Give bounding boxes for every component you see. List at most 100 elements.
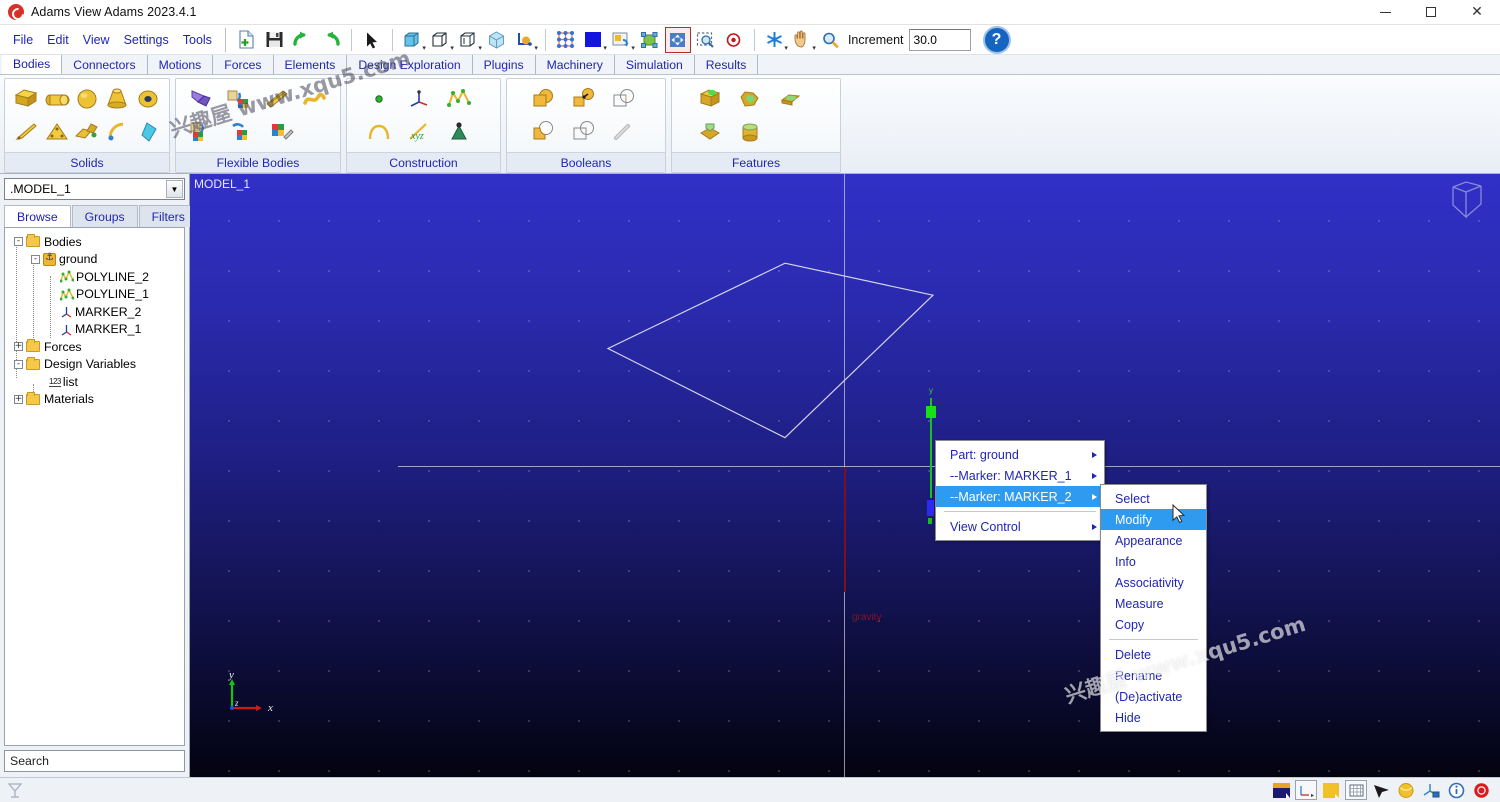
submenu-item-select[interactable]: Select	[1101, 488, 1206, 509]
tree-expander-icon[interactable]: +	[14, 395, 23, 404]
model-selector[interactable]: .MODEL_1 ▼	[4, 178, 185, 200]
plate-solid-icon[interactable]	[41, 116, 71, 148]
flex-swap-icon[interactable]	[222, 116, 262, 148]
tab-machinery[interactable]: Machinery	[536, 55, 615, 74]
zoom-magnifier-icon[interactable]	[818, 27, 844, 53]
axis-triad-icon[interactable]: ▾	[512, 27, 538, 53]
close-button[interactable]: ✕	[1454, 0, 1500, 24]
boss-feature-icon[interactable]	[730, 116, 770, 148]
context-menu-item-marker-2[interactable]: --Marker: MARKER_2	[936, 486, 1104, 507]
merge-icon[interactable]	[563, 83, 603, 115]
submenu-item-delete[interactable]: Delete	[1101, 644, 1206, 665]
submenu-item-appearance[interactable]: Appearance	[1101, 530, 1206, 551]
tree-node-list[interactable]: 123 list	[8, 373, 182, 391]
model-tree-icon[interactable]	[4, 780, 26, 800]
rigid-to-flex-icon[interactable]	[220, 83, 258, 115]
iso-view-icon[interactable]: ▾	[428, 27, 454, 53]
submenu-item-modify[interactable]: Modify	[1101, 509, 1206, 530]
xyz-spline-icon[interactable]: xyz	[399, 116, 439, 148]
background-color-icon[interactable]: ▾	[581, 27, 607, 53]
context-submenu[interactable]: Select Modify Appearance Info Associativ…	[1100, 484, 1207, 732]
hollow-feature-icon[interactable]	[690, 83, 730, 115]
new-model-icon[interactable]	[234, 27, 260, 53]
construction-geometry-icon[interactable]	[439, 116, 479, 148]
frustum-solid-icon[interactable]	[102, 83, 132, 115]
cylinder-solid-icon[interactable]	[41, 83, 71, 115]
menu-settings[interactable]: Settings	[117, 30, 176, 50]
flex-edit-icon[interactable]	[262, 116, 302, 148]
redo-icon[interactable]	[290, 27, 316, 53]
grid-toggle-icon[interactable]	[553, 27, 579, 53]
coordinate-window-icon[interactable]	[1295, 780, 1317, 800]
lighting-icon[interactable]	[1395, 780, 1417, 800]
tab-forces[interactable]: Forces	[213, 55, 273, 74]
view-orientation-cube-icon[interactable]	[1448, 179, 1486, 221]
tree-node-materials[interactable]: + Materials	[8, 391, 182, 409]
maximize-button[interactable]	[1408, 0, 1454, 24]
tab-elements[interactable]: Elements	[274, 55, 348, 74]
tree-node-polyline-1[interactable]: POLYLINE_1	[8, 286, 182, 304]
flex-body-icon[interactable]	[182, 83, 220, 115]
tab-design-exploration[interactable]: Design Exploration	[347, 55, 472, 74]
marker-icon[interactable]	[399, 83, 439, 115]
rotate-view-icon[interactable]: ▾	[762, 27, 788, 53]
torus-solid-icon[interactable]	[133, 83, 163, 115]
menu-view[interactable]: View	[76, 30, 117, 50]
increment-input[interactable]	[909, 29, 971, 51]
tree-node-design-variables[interactable]: - Design Variables	[8, 356, 182, 374]
menu-file[interactable]: File	[6, 30, 40, 50]
arc-icon[interactable]	[359, 116, 399, 148]
background-icon[interactable]	[1320, 780, 1342, 800]
extrude-feature-icon[interactable]	[690, 116, 730, 148]
grid-settings-icon[interactable]	[1345, 780, 1367, 800]
beam-flex-icon[interactable]	[258, 83, 296, 115]
intersect-icon[interactable]	[603, 83, 643, 115]
render-shaded-icon[interactable]	[1270, 780, 1292, 800]
submenu-item-associativity[interactable]: Associativity	[1101, 572, 1206, 593]
3d-viewport[interactable]: MODEL_1 gravity y	[190, 174, 1500, 777]
undo-icon[interactable]	[318, 27, 344, 53]
view-direction-icon[interactable]	[1370, 780, 1392, 800]
tree-expander-icon[interactable]: -	[14, 237, 23, 246]
submenu-item-rename[interactable]: Rename	[1101, 665, 1206, 686]
chamfer-feature-icon[interactable]	[770, 83, 810, 115]
tab-filters[interactable]: Filters	[139, 205, 198, 227]
pan-hand-icon[interactable]: ▾	[790, 27, 816, 53]
chain-icon[interactable]	[603, 116, 643, 148]
save-icon[interactable]	[262, 27, 288, 53]
tree-node-ground[interactable]: - ground	[8, 251, 182, 269]
zoom-box-icon[interactable]	[693, 27, 719, 53]
split-icon[interactable]	[563, 116, 603, 148]
tree-node-forces[interactable]: + Forces	[8, 338, 182, 356]
tree-node-marker-2[interactable]: MARKER_2	[8, 303, 182, 321]
subtract-icon[interactable]	[523, 116, 563, 148]
stop-icon[interactable]	[1470, 780, 1492, 800]
box-solid-icon[interactable]	[11, 83, 41, 115]
tree-node-polyline-2[interactable]: POLYLINE_2	[8, 268, 182, 286]
tree-node-marker-1[interactable]: MARKER_1	[8, 321, 182, 339]
menu-edit[interactable]: Edit	[40, 30, 76, 50]
tab-browse[interactable]: Browse	[4, 205, 71, 227]
minimize-button[interactable]	[1362, 0, 1408, 24]
submenu-item-deactivate[interactable]: (De)activate	[1101, 686, 1206, 707]
tree-expander-icon[interactable]: -	[14, 360, 23, 369]
tree-node-bodies[interactable]: - Bodies	[8, 233, 182, 251]
view-window-icon[interactable]: ▾	[609, 27, 635, 53]
center-view-icon[interactable]	[721, 27, 747, 53]
tab-results[interactable]: Results	[695, 55, 759, 74]
planar-solid-icon[interactable]	[133, 116, 163, 148]
tree-expander-icon[interactable]: +	[14, 342, 23, 351]
tab-simulation[interactable]: Simulation	[615, 55, 695, 74]
help-icon[interactable]: ?	[983, 26, 1011, 54]
discrete-flex-icon[interactable]	[182, 116, 222, 148]
model-tree[interactable]: - Bodies - ground POLYLINE_2	[4, 227, 185, 746]
context-menu[interactable]: Part: ground --Marker: MARKER_1 --Marker…	[935, 440, 1105, 541]
submenu-item-measure[interactable]: Measure	[1101, 593, 1206, 614]
fit-view-icon[interactable]	[665, 27, 691, 53]
extrusion-solid-icon[interactable]	[72, 116, 102, 148]
menu-tools[interactable]: Tools	[176, 30, 219, 50]
revolution-solid-icon[interactable]	[102, 116, 132, 148]
front-view-icon[interactable]: ▾	[400, 27, 426, 53]
tab-plugins[interactable]: Plugins	[473, 55, 536, 74]
tab-groups[interactable]: Groups	[72, 205, 138, 227]
